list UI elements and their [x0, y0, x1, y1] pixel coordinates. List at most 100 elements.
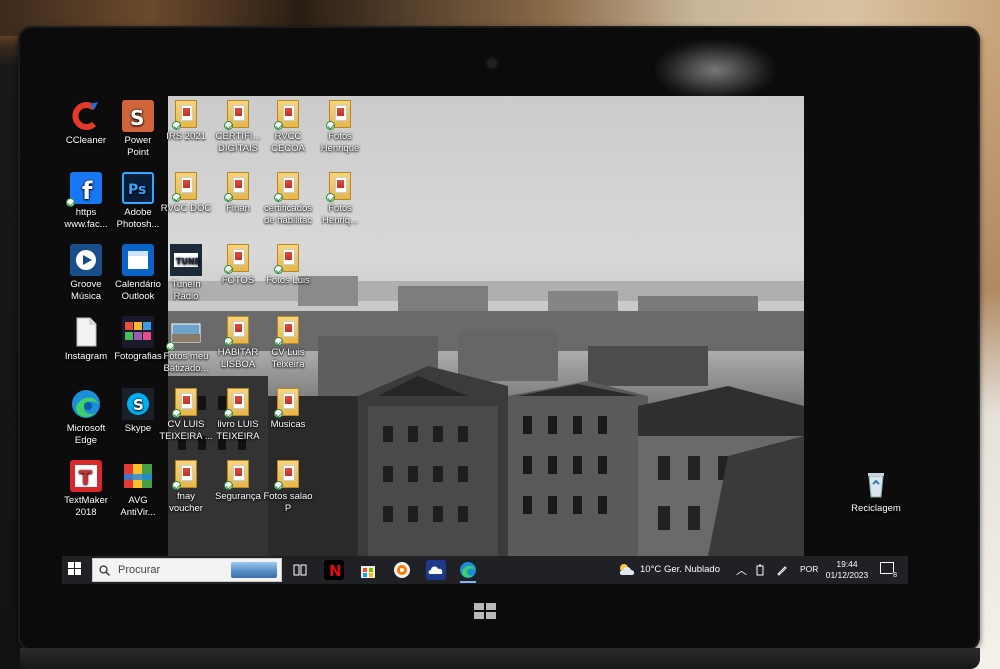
folder-label: Fotos salao P [263, 491, 313, 514]
folder-label: Fotos Henrique [320, 131, 360, 154]
app-tunein-radio[interactable]: TUNE TuneIn Radio [158, 244, 214, 303]
task-view-icon[interactable] [290, 560, 310, 580]
folder-label: HABITAR LISBOA [217, 347, 259, 370]
folder-label: IRS 2021 [166, 131, 206, 142]
folder-livro-luis-teixeira[interactable]: livro LUIS TEIXEIRA [210, 388, 266, 443]
edge-icon [70, 388, 102, 420]
desktop-icon-groove[interactable]: Groove Música [62, 244, 114, 303]
clock-date: 01/12/2023 [825, 570, 869, 580]
folder-certificados-digitais[interactable]: CERTIFI... DIGITAIS [210, 100, 266, 155]
folder-cv-luis-teixeira[interactable]: CV Luis Teixeira [260, 316, 316, 371]
avast-icon[interactable] [392, 560, 412, 580]
folder-label: Segurança [215, 491, 261, 502]
folder-rvcc-cecoa[interactable]: RVCC CECOA [260, 100, 316, 155]
folder-icon [274, 460, 299, 490]
onedrive-icon[interactable] [426, 560, 446, 580]
recycle-bin-icon [860, 468, 892, 500]
weather-cloud-icon [619, 564, 635, 575]
folder-fnay-voucher[interactable]: fnay voucher [158, 460, 214, 515]
folder-label: fnay voucher [169, 491, 203, 514]
folder-label: RVCC CECOA [271, 131, 305, 154]
taskbar: Procurar N 10°C Ger. Nublado ︿ POR 19:44… [62, 556, 908, 584]
active-app-indicator [460, 581, 476, 583]
language-indicator[interactable]: POR [800, 564, 818, 574]
folder-label: Fotos Henriq... [322, 203, 358, 226]
folder-finan[interactable]: Finan [210, 172, 266, 215]
document-icon [70, 316, 102, 348]
folder-habitar-lisboa[interactable]: HABITAR LISBOA [210, 316, 266, 371]
svg-text:f: f [82, 177, 93, 204]
tunein-icon: TUNE [170, 244, 202, 276]
folder-label: livro LUIS TEIXEIRA [216, 419, 260, 442]
desktop-icon-edge[interactable]: Microsoft Edge [62, 388, 114, 447]
svg-text:TUNE: TUNE [176, 257, 200, 266]
folder-icon [274, 172, 299, 202]
svg-text:N: N [329, 562, 342, 580]
search-box[interactable]: Procurar [92, 558, 282, 582]
folder-icon [172, 460, 197, 490]
weather-temp[interactable]: 10°C [640, 564, 661, 575]
search-highlight-image [231, 562, 277, 578]
folder-icon [224, 388, 249, 418]
folder-label: CERTIFI... DIGITAIS [215, 131, 261, 154]
pen-icon[interactable] [776, 564, 788, 576]
folder-fotos[interactable]: FOTOS [210, 244, 266, 287]
folder-label: Musicas [270, 419, 306, 430]
folder-fotos-luis[interactable]: Fotos Luis [260, 244, 316, 287]
webcam [487, 58, 497, 68]
folder-fotos-henriq[interactable]: Fotos Henriq... [312, 172, 368, 227]
svg-text:S: S [130, 106, 144, 130]
microsoft-store-icon[interactable] [358, 560, 378, 580]
folder-icon [274, 388, 299, 418]
notification-center-icon[interactable]: 8 [880, 562, 898, 579]
weather-condition[interactable]: Ger. Nublado [664, 564, 720, 575]
chevron-up-icon[interactable]: ︿ [736, 562, 747, 578]
folder-label: FOTOS [221, 275, 255, 286]
battery-icon[interactable] [756, 564, 764, 576]
folder-rvcc-doc[interactable]: RVCC DOC [158, 172, 214, 215]
folder-musicas[interactable]: Musicas [260, 388, 316, 431]
folder-label: CV Luis Teixeira [271, 347, 305, 370]
folder-seguranca[interactable]: Segurança [210, 460, 266, 503]
folder-icon [274, 316, 299, 346]
desktop-icon-ccleaner[interactable]: CCleaner [62, 100, 114, 147]
folder-label: certificados de habilitac [263, 203, 313, 226]
folder-irs-2021[interactable]: IRS 2021 [158, 100, 214, 143]
folder-icon [274, 100, 299, 130]
facebook-icon: f [66, 172, 102, 207]
folder-fotos-salao[interactable]: Fotos salao P [260, 460, 316, 515]
image-thumbnail-icon [166, 316, 202, 351]
folder-icon [326, 172, 351, 202]
svg-text:Ps: Ps [128, 182, 146, 198]
folder-icon [224, 460, 249, 490]
desktop-icon-recycle-bin[interactable]: Reciclagem [848, 468, 904, 515]
start-button[interactable] [68, 562, 82, 576]
desktop-icon-facebook[interactable]: f https www.fac... [62, 172, 114, 231]
folder-icon [326, 100, 351, 130]
folder-fotos-henrique[interactable]: Fotos Henrique [312, 100, 368, 155]
folder-certificados-habilitacao[interactable]: certificados de habilitac [260, 172, 316, 227]
calendar-icon [122, 244, 154, 276]
edge-taskbar-icon[interactable] [458, 560, 478, 580]
powerpoint-icon: S [122, 100, 154, 132]
folder-icon [274, 244, 299, 274]
folder-cv-luis-teixeira-2[interactable]: CV LUIS TEIXEIRA ... [158, 388, 214, 443]
folder-icon [172, 172, 197, 202]
svg-text:S: S [133, 396, 144, 414]
folder-icon [172, 388, 197, 418]
folder-fotos-batizado[interactable]: Fotos meu Batizado... [158, 316, 214, 375]
clock[interactable]: 19:44 01/12/2023 [822, 559, 872, 581]
desktop-icon-instagram[interactable]: Instagram [62, 316, 114, 363]
desktop-icon-textmaker[interactable]: T TextMaker 2018 [62, 460, 114, 519]
photos-icon [122, 316, 154, 348]
system-tray: 10°C Ger. Nublado ︿ POR 19:44 01/12/2023… [608, 556, 908, 584]
keyboard-dock-edge [20, 648, 980, 669]
textmaker-icon: T [70, 460, 102, 492]
photoshop-icon: Ps [122, 172, 154, 204]
netflix-icon[interactable]: N [324, 560, 344, 580]
windows-hardware-button[interactable] [474, 603, 498, 621]
screen-glare [655, 40, 775, 100]
search-icon [99, 564, 110, 576]
search-placeholder: Procurar [118, 564, 161, 576]
avg-icon [122, 460, 154, 492]
